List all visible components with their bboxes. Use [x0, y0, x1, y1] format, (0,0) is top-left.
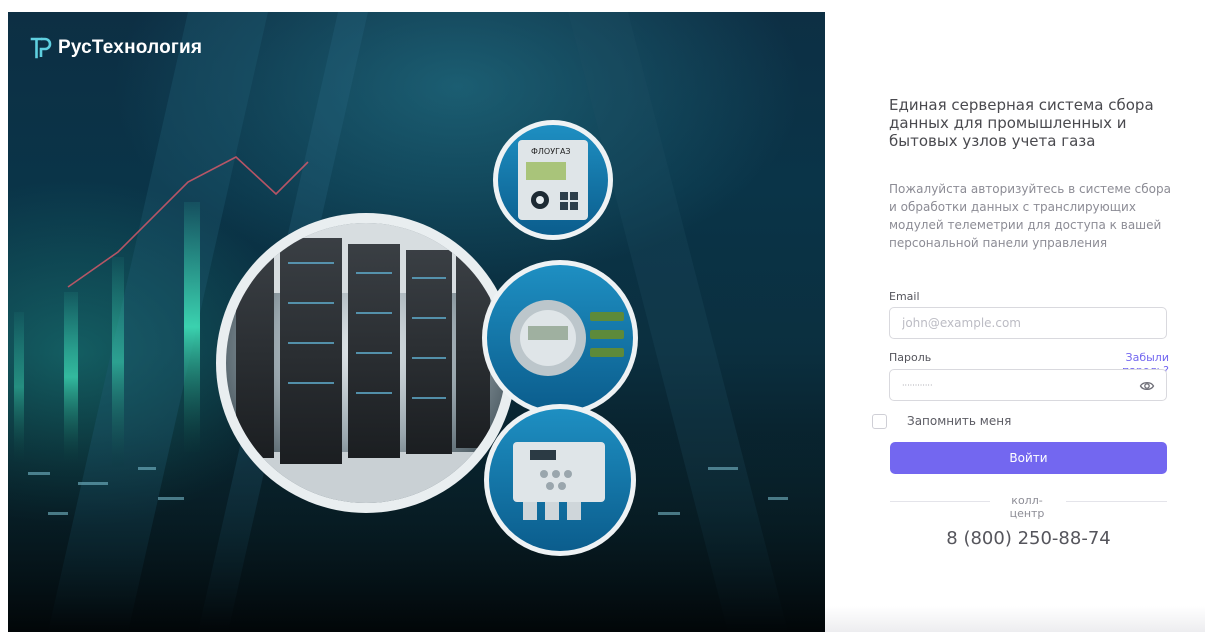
remember-checkbox[interactable] — [872, 414, 887, 429]
eye-icon[interactable] — [1139, 378, 1155, 394]
password-field[interactable] — [889, 369, 1167, 401]
divider-left — [890, 501, 990, 502]
email-field[interactable] — [889, 307, 1167, 339]
divider-right — [1066, 501, 1167, 502]
login-description: Пожалуйста авторизуйтесь в системе сбора… — [889, 182, 1171, 250]
remember-label[interactable]: Запомнить меня — [907, 414, 1011, 428]
brand-logo: РусТехнология — [30, 36, 202, 60]
hero-illustration: ФЛОУГАЗ — [8, 12, 825, 632]
rt-logo-icon — [30, 37, 52, 59]
panel-shadow — [825, 606, 1205, 632]
login-panel: Единая серверная система сбора данных дл… — [870, 0, 1180, 632]
email-label: Email — [889, 290, 920, 303]
device-display-label: ФЛОУГАЗ — [531, 147, 571, 156]
hero-image: ФЛОУГАЗ РусТехнология — [8, 12, 825, 632]
brand-name: РусТехнология — [58, 37, 203, 58]
callcenter-phone[interactable]: 8 (800) 250-88-74 — [890, 528, 1167, 549]
password-label: Пароль — [889, 351, 932, 364]
login-button[interactable]: Войти — [890, 442, 1167, 474]
callcenter-label: колл-центр — [1009, 494, 1045, 520]
login-title: Единая серверная система сбора данных дл… — [889, 96, 1154, 150]
